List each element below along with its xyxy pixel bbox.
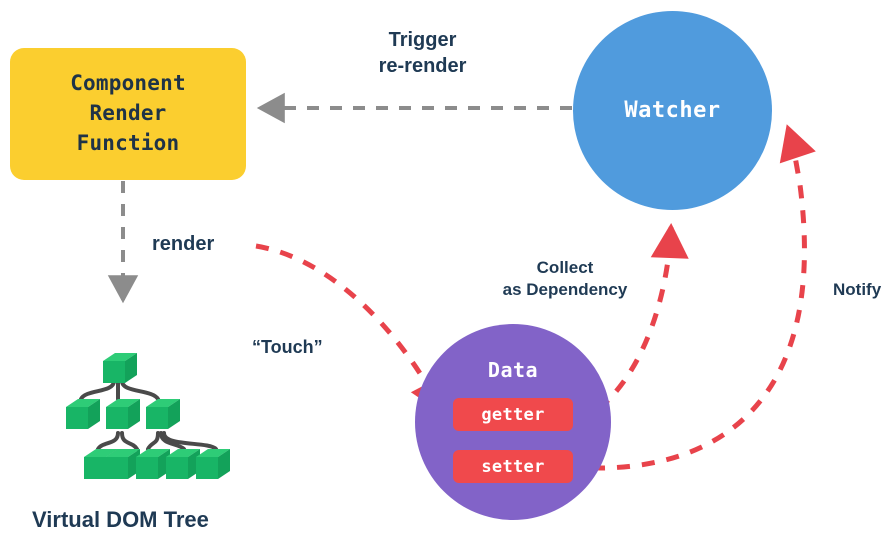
- edge-label-collect-as-dependency: Collect as Dependency: [502, 258, 628, 300]
- virtual-dom-tree-illustration: [66, 353, 230, 479]
- data-setter-box[interactable]: setter: [453, 450, 573, 483]
- node-component-render-function[interactable]: Component Render Function: [10, 48, 246, 180]
- data-setter-label: setter: [481, 456, 545, 477]
- virtual-dom-tree-caption: Virtual DOM Tree: [32, 507, 209, 532]
- data-label: Data: [487, 358, 539, 382]
- data-getter-box[interactable]: getter: [453, 398, 573, 431]
- data-getter-label: getter: [481, 404, 545, 425]
- vdom-nodes: [66, 353, 230, 479]
- edge-label-notify: Notify: [833, 280, 882, 299]
- node-watcher[interactable]: Watcher: [573, 11, 772, 210]
- diagram-canvas: Component Render Function Watcher Data g…: [0, 0, 896, 538]
- component-render-function-label: Component Render Function: [70, 71, 186, 155]
- watcher-label: Watcher: [624, 98, 721, 123]
- edge-label-touch: “Touch”: [252, 337, 323, 357]
- node-data[interactable]: Data getter setter: [415, 324, 611, 520]
- edge-label-render: render: [152, 233, 215, 255]
- edge-label-trigger-re-render: Trigger re-render: [378, 29, 467, 78]
- arrow-touch: [255, 243, 445, 415]
